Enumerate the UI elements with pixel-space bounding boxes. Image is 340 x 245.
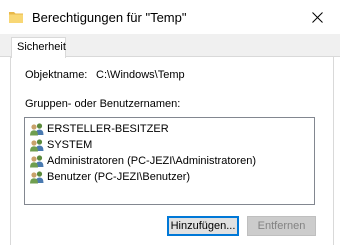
user-group-icon <box>30 155 44 168</box>
close-icon <box>311 11 323 23</box>
panel-border-right <box>333 56 334 245</box>
close-button[interactable] <box>294 0 340 34</box>
list-item[interactable]: ERSTELLER-BESITZER <box>25 121 314 137</box>
user-group-icon <box>30 139 44 152</box>
panel-border-left <box>10 56 11 245</box>
folder-icon <box>9 12 23 23</box>
add-button[interactable]: Hinzufügen... <box>167 216 239 236</box>
tab-security[interactable]: Sicherheit <box>11 37 66 58</box>
group-user-list[interactable]: ERSTELLER-BESITZER SYSTEM Administratore… <box>24 117 315 205</box>
user-group-icon <box>30 123 44 136</box>
group-names-label: Gruppen- oder Benutzernamen: <box>25 98 181 110</box>
tab-security-label: Sicherheit <box>17 41 66 53</box>
window-title: Berechtigungen für "Temp" <box>32 10 187 25</box>
list-item[interactable]: Administratoren (PC-JEZI\Administratoren… <box>25 153 314 169</box>
user-group-icon <box>30 171 44 184</box>
list-item-label: Administratoren (PC-JEZI\Administratoren… <box>47 155 257 167</box>
list-item-label: Benutzer (PC-JEZI\Benutzer) <box>47 171 191 183</box>
list-item-label: ERSTELLER-BESITZER <box>47 123 169 135</box>
tab-strip: Sicherheit <box>0 34 340 58</box>
title-bar: Berechtigungen für "Temp" <box>0 0 340 34</box>
list-item[interactable]: SYSTEM <box>25 137 314 153</box>
list-item[interactable]: Benutzer (PC-JEZI\Benutzer) <box>25 169 314 185</box>
object-name-label: Objektname: <box>25 69 88 81</box>
list-item-label: SYSTEM <box>47 139 93 151</box>
remove-button[interactable]: Entfernen <box>247 216 316 236</box>
object-name-value: C:\Windows\Temp <box>96 69 185 81</box>
